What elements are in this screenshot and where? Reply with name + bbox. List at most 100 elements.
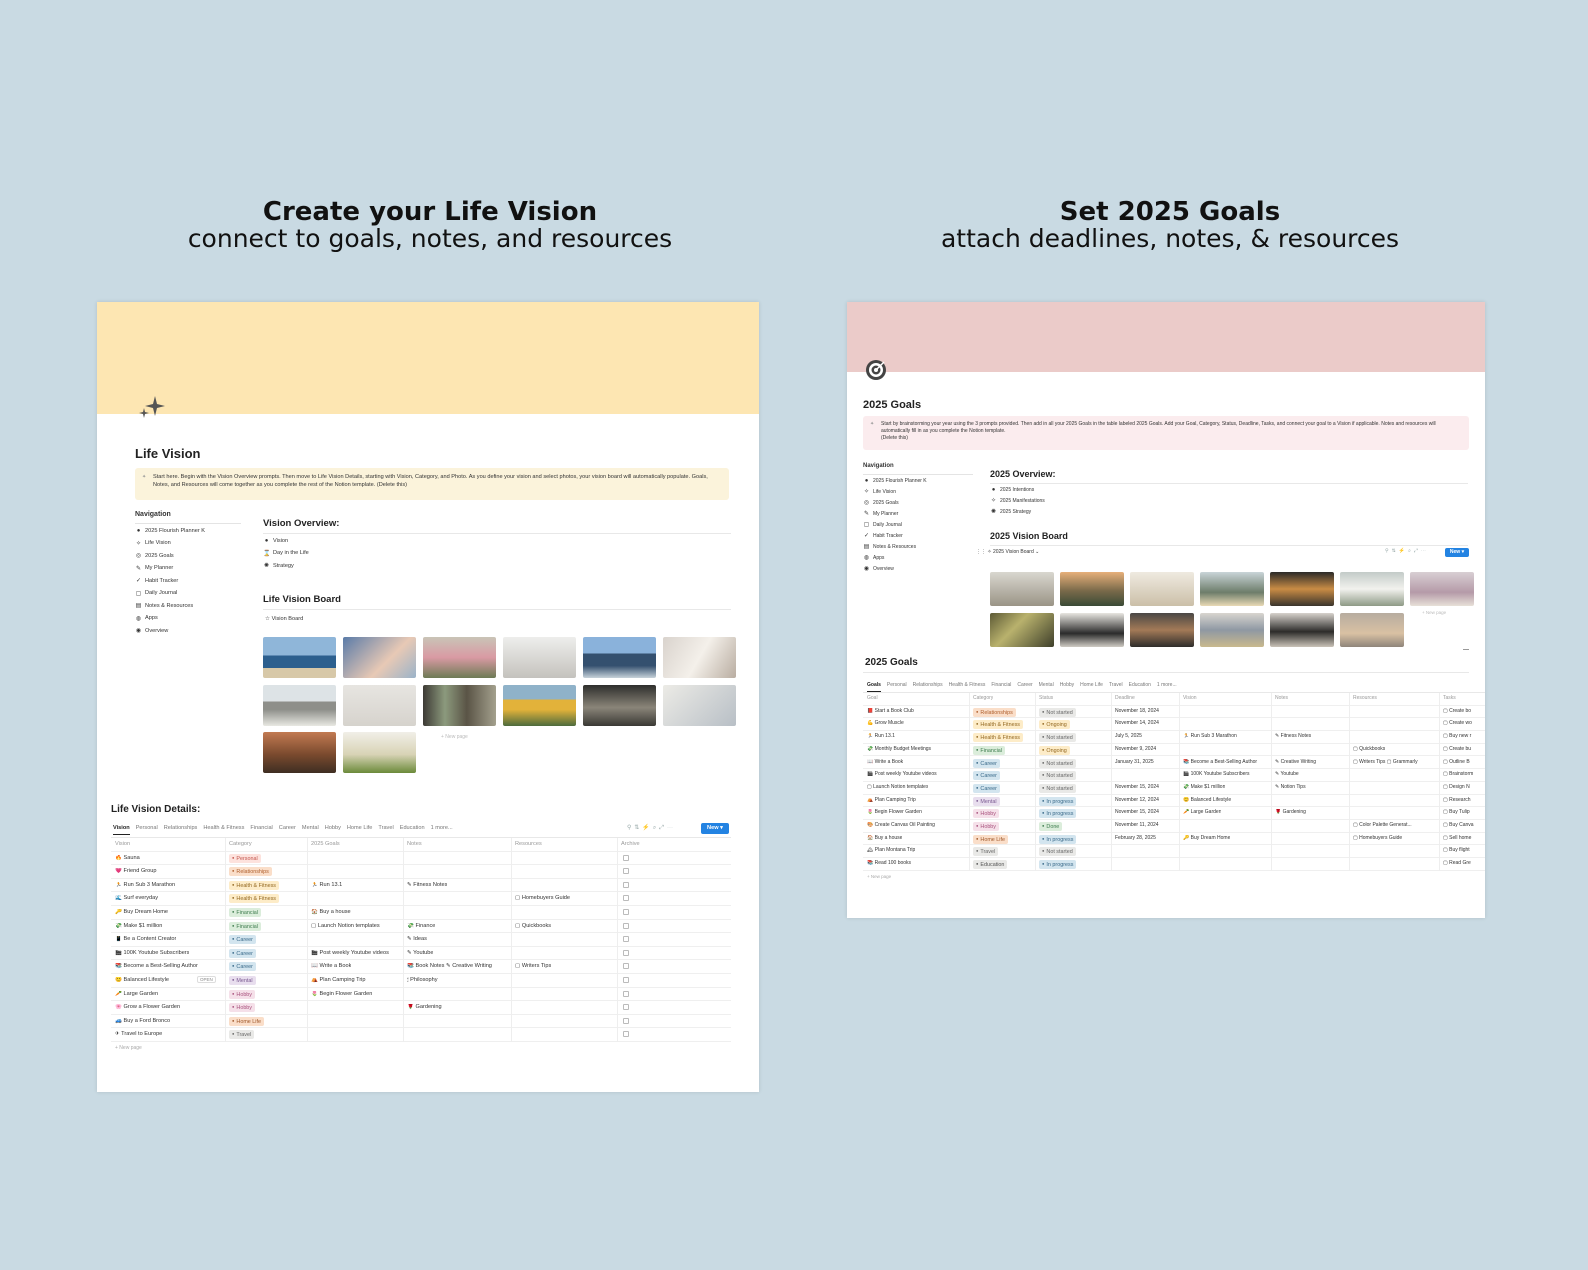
- nav-item-0[interactable]: ● 2025 Flourish Planner K: [135, 528, 205, 534]
- row-status[interactable]: Not started: [1039, 733, 1076, 743]
- tab-1[interactable]: Personal: [136, 825, 158, 831]
- row-category[interactable]: Hobby: [973, 822, 1000, 831]
- sparkles-icon[interactable]: [137, 394, 167, 424]
- row-category[interactable]: Hobby: [973, 809, 1000, 819]
- row-name[interactable]: 🎬 100K Youtube Subscribers: [115, 950, 189, 956]
- vision-board-photo[interactable]: [503, 637, 576, 678]
- nav-item-8[interactable]: ◉ Overview: [863, 565, 927, 573]
- row-deadline[interactable]: November 15, 2024: [1115, 809, 1159, 815]
- row-name[interactable]: 🎬 Post weekly Youtube videos: [867, 771, 937, 777]
- vision-board-photo[interactable]: [1130, 613, 1194, 647]
- row-notes[interactable]: ✎ Youtube: [1275, 771, 1299, 777]
- row-notes[interactable]: ✎ Ideas: [407, 936, 427, 942]
- tab-3[interactable]: Health & Fitness: [949, 682, 986, 688]
- row-category[interactable]: Travel: [973, 847, 999, 857]
- checkbox[interactable]: [623, 895, 629, 902]
- overview-item-0[interactable]: ● 2025 Intentions: [990, 487, 1045, 493]
- overview-item-2[interactable]: ✺ Strategy: [263, 562, 309, 570]
- row-archive-checkbox[interactable]: [623, 895, 629, 903]
- column-header[interactable]: Status: [1039, 695, 1053, 701]
- checkbox[interactable]: [623, 1031, 629, 1038]
- table-row[interactable]: 🌊 Surf everyday Health & Fitness ▢ Homebuy…: [111, 892, 731, 906]
- row-tasks[interactable]: ▢ Buy flight: [1443, 847, 1485, 853]
- row-category[interactable]: Health & Fitness: [973, 720, 1023, 730]
- row-vision[interactable]: 🎬 100K Youtube Subscribers: [1183, 771, 1250, 777]
- row-name[interactable]: 📱 Be a Content Creator: [115, 936, 176, 942]
- row-category[interactable]: Travel: [229, 1030, 255, 1040]
- row-notes[interactable]: 🌹 Gardening: [1275, 809, 1306, 815]
- table-row[interactable]: ▢ Launch Notion templates Career Not start…: [863, 782, 1485, 795]
- row-goal[interactable]: 🎬 Post weekly Youtube videos: [311, 950, 389, 956]
- row-category[interactable]: Hobby: [229, 1003, 256, 1013]
- table-row[interactable]: 🌷 Begin Flower Garden Hobby In progress Nov…: [863, 807, 1485, 820]
- row-name[interactable]: ⛺ Plan Camping Trip: [867, 797, 916, 803]
- row-notes[interactable]: ✎ Youtube: [407, 950, 433, 956]
- row-category[interactable]: Career: [229, 962, 256, 972]
- tab-1[interactable]: Personal: [887, 682, 907, 688]
- column-header[interactable]: Resources: [515, 841, 542, 847]
- row-name[interactable]: ▢ Launch Notion templates: [867, 784, 928, 790]
- row-status[interactable]: Not started: [1039, 771, 1076, 781]
- table-row[interactable]: 🏠 Buy a house Home Life In progress Februar…: [863, 833, 1485, 846]
- table-row[interactable]: 🔑 Buy Dream Home Financial 🏠 Buy a house: [111, 906, 731, 920]
- row-name[interactable]: 🚙 Buy a Ford Bronco: [115, 1018, 170, 1024]
- row-status[interactable]: In progress: [1039, 834, 1077, 844]
- page-cover[interactable]: [847, 302, 1485, 372]
- tab-9[interactable]: Travel: [378, 825, 393, 831]
- table-row[interactable]: 🔥 Sauna Personal: [111, 852, 731, 866]
- row-deadline[interactable]: July 5, 2025: [1115, 733, 1142, 739]
- row-tasks[interactable]: ▢ Sell home: [1443, 835, 1485, 841]
- row-vision[interactable]: 😊 Balanced Lifestyle: [1183, 797, 1231, 803]
- row-name[interactable]: 🔥 Sauna: [115, 855, 140, 861]
- row-status[interactable]: Not started: [1039, 847, 1076, 857]
- row-tasks[interactable]: ▢ Research: [1443, 797, 1485, 803]
- tab-10[interactable]: Education: [400, 825, 425, 831]
- row-tasks[interactable]: ▢ Outline B: [1443, 759, 1485, 765]
- row-notes[interactable]: 🌹 Gardening: [407, 1004, 442, 1010]
- row-resources[interactable]: ▢ Quickbooks: [515, 923, 551, 929]
- column-header[interactable]: Vision: [1183, 695, 1197, 701]
- vision-board-photo[interactable]: [263, 684, 336, 726]
- tab-7[interactable]: Hobby: [1060, 682, 1074, 688]
- row-vision[interactable]: 🔑 Buy Dream Home: [1183, 835, 1230, 841]
- tab-9[interactable]: Travel: [1109, 682, 1123, 688]
- nav-item-4[interactable]: ✓ Habit Tracker: [135, 577, 205, 585]
- table-row[interactable]: ✈ Travel to Europe Travel: [111, 1028, 731, 1042]
- row-tasks[interactable]: ▢ Read Gre: [1443, 860, 1485, 866]
- table-row[interactable]: 🎬 Post weekly Youtube videos Career Not st…: [863, 769, 1485, 782]
- nav-item-5[interactable]: ▢ Daily Journal: [135, 590, 205, 597]
- tab-8[interactable]: Home Life: [347, 825, 373, 831]
- checkbox[interactable]: [623, 949, 629, 956]
- table-new-page[interactable]: + New page: [867, 874, 891, 879]
- checkbox[interactable]: [623, 963, 629, 970]
- overview-item-1[interactable]: ✧ 2025 Manifestations: [990, 497, 1045, 505]
- table-row[interactable]: 📕 Start a Book Club Relationships Not star…: [863, 706, 1485, 719]
- row-deadline[interactable]: November 15, 2024: [1115, 784, 1159, 790]
- row-name[interactable]: 🌷 Begin Flower Garden: [867, 809, 922, 815]
- row-archive-checkbox[interactable]: [623, 963, 629, 971]
- row-deadline[interactable]: November 9, 2024: [1115, 746, 1156, 752]
- vision-board-photo[interactable]: [263, 732, 336, 773]
- row-category[interactable]: Career: [973, 771, 1000, 781]
- row-category[interactable]: Mental: [973, 796, 1000, 806]
- vision-board-photo[interactable]: [1410, 572, 1474, 606]
- row-category[interactable]: Financial: [229, 921, 261, 931]
- tab-6[interactable]: Mental: [1039, 682, 1054, 688]
- row-resources[interactable]: ▢ Writers Tips ▢ Grammarly: [1353, 759, 1418, 765]
- row-deadline[interactable]: November 14, 2024: [1115, 720, 1159, 726]
- vision-board-photo[interactable]: [1200, 613, 1264, 647]
- tab-4[interactable]: Financial: [991, 682, 1011, 688]
- nav-item-3[interactable]: ✎ My Planner: [863, 510, 927, 518]
- row-category[interactable]: Relationships: [229, 867, 272, 877]
- row-name[interactable]: 🏃 Run 13.1: [867, 733, 895, 739]
- gallery-new-page[interactable]: + New page: [441, 734, 468, 740]
- vision-board-photo[interactable]: [423, 637, 496, 678]
- row-notes[interactable]: 📚 Book Notes ✎ Creative Writing: [407, 963, 492, 969]
- vision-board-photo[interactable]: [1270, 613, 1334, 647]
- tab-7[interactable]: Hobby: [325, 825, 341, 831]
- table-row[interactable]: 📱 Be a Content Creator Career ✎ Ideas: [111, 933, 731, 947]
- row-category[interactable]: Career: [973, 758, 1000, 768]
- tab-6[interactable]: Mental: [302, 825, 319, 831]
- row-category[interactable]: Home Life: [229, 1016, 264, 1026]
- row-notes[interactable]: ✎ Notion Tips: [1275, 784, 1306, 790]
